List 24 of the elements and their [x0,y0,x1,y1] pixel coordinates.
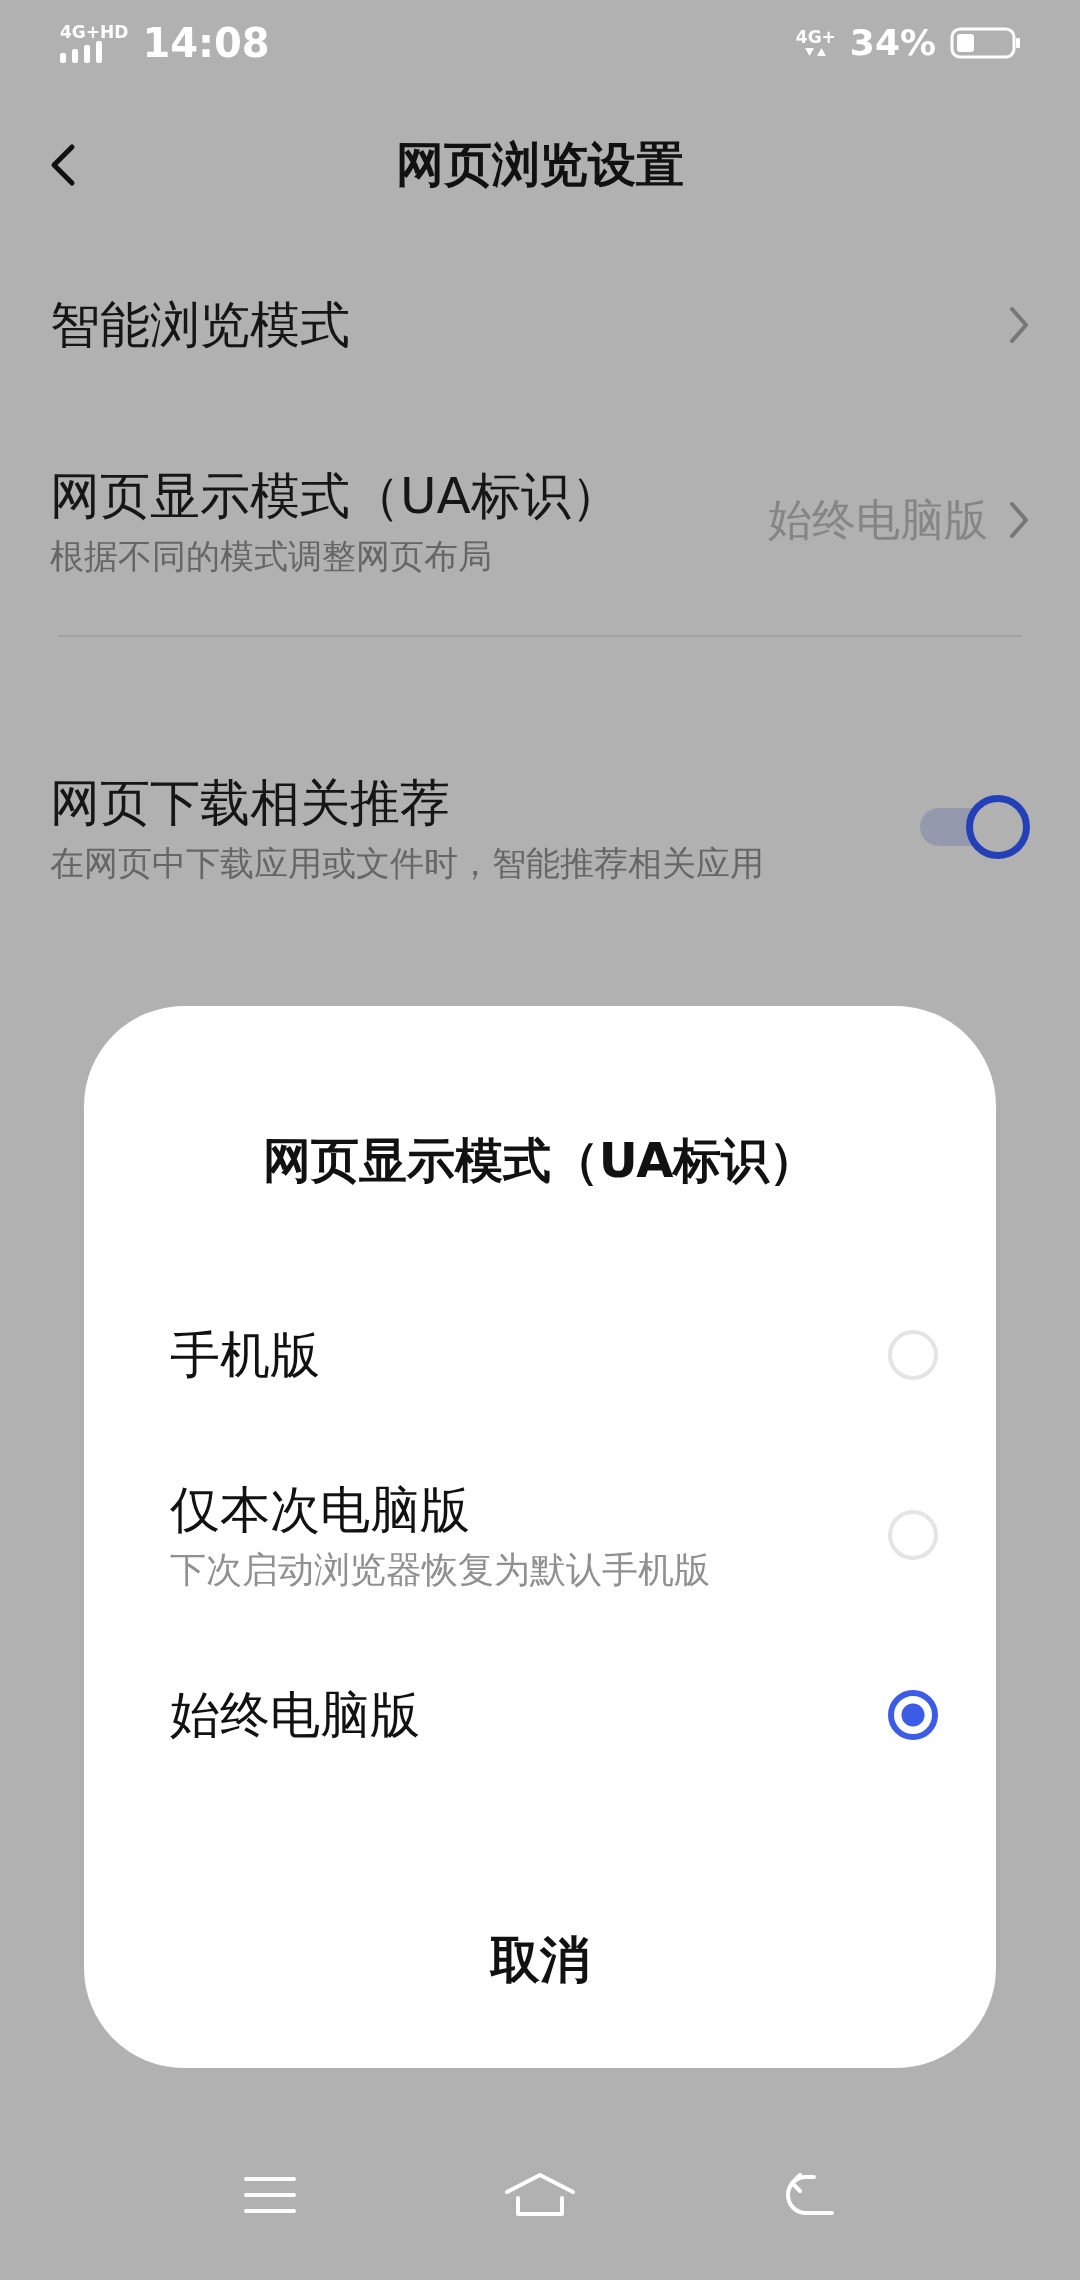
chevron-right-icon[interactable] [1008,500,1030,540]
battery-percent: 34% [849,22,936,63]
option-label: 始终电脑版 [170,1685,421,1746]
page-title: 网页浏览设置 [396,135,684,194]
data-label: 4G+ [795,27,836,46]
dialog-title: 网页显示模式（UA标识） [261,1131,819,1190]
cancel-button[interactable]: 取消 [450,1900,630,2020]
option-label: 仅本次电脑版 [170,1480,471,1541]
data-arrows-icon [804,45,827,58]
option-label: 手机版 [170,1325,321,1386]
setting-title: 智能浏览模式 [50,295,351,356]
home-icon[interactable] [504,2172,576,2218]
chevron-right-icon[interactable] [1008,305,1030,345]
setting-title: 网页显示模式（UA标识） [50,466,622,527]
battery-icon [950,26,1020,59]
radio-button[interactable] [888,1690,938,1740]
setting-title: 网页下载相关推荐 [50,773,451,834]
signal-icon [60,40,104,63]
network-label: 4G+HD [60,22,129,41]
option-description: 下次启动浏览器恢复为默认手机版 [170,1548,711,1592]
setting-description: 在网页中下载应用或文件时，智能推荐相关应用 [50,842,765,885]
setting-description: 根据不同的模式调整网页布局 [50,535,493,578]
clock: 14:08 [142,19,270,66]
menu-icon[interactable] [244,2175,296,2215]
